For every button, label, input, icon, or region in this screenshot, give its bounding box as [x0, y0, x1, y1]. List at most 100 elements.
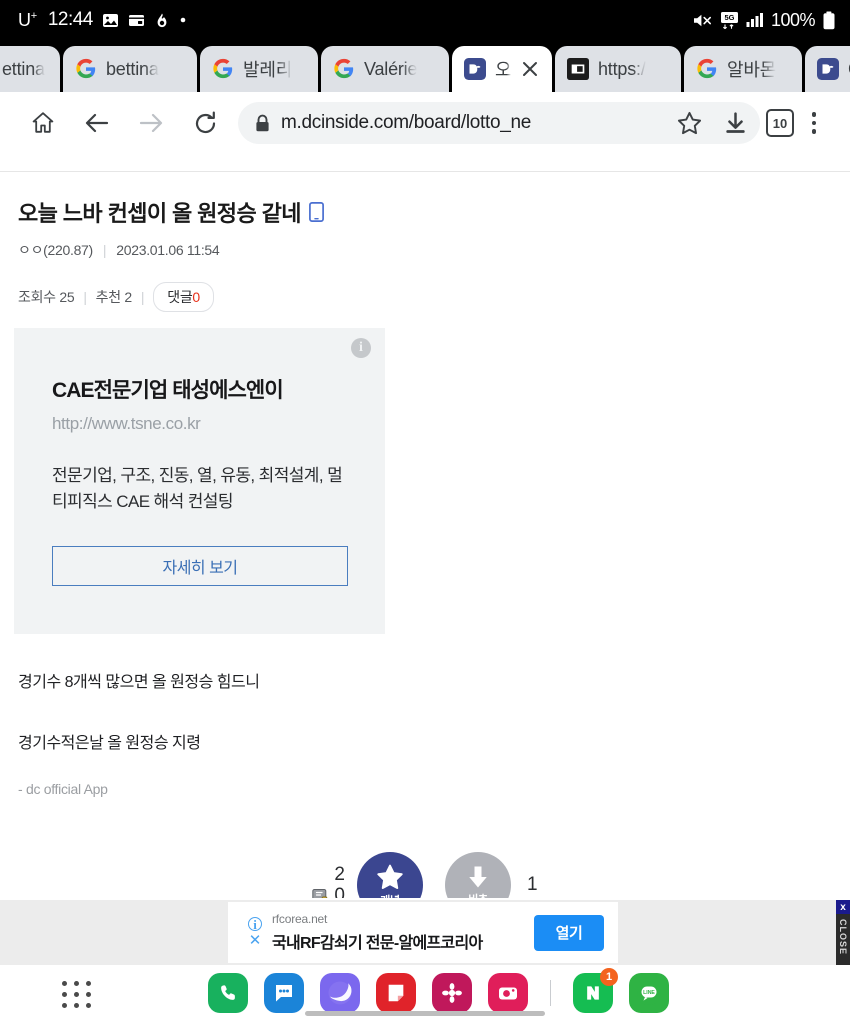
mobile-device-icon: [308, 202, 324, 222]
browser-tab[interactable]: bettina: [63, 46, 197, 92]
ad-description: 전문기업, 구조, 진동, 열, 유동, 최적설계, 멀티피직스 CAE 해석 …: [52, 466, 343, 511]
close-x-icon[interactable]: ✕: [249, 933, 262, 948]
kebab-menu-icon[interactable]: [794, 112, 834, 134]
down-arrow-icon: [464, 863, 492, 891]
close-icon[interactable]: [520, 59, 540, 79]
star-icon: [375, 863, 405, 892]
omnibox-toolbar: m.dcinside.com/board/lotto_ne 10: [0, 92, 850, 154]
vote-up-count-group: 2 0: [312, 865, 345, 898]
phone-screen: U+ 12:44 5G 100% ettina bettina 발레리 Valé…: [0, 0, 850, 1021]
phone-app-icon[interactable]: [208, 973, 248, 1013]
google-favicon-icon: [75, 58, 97, 80]
dot-icon: [179, 16, 187, 24]
bottom-ad-cta-button[interactable]: 열기: [534, 914, 604, 951]
star-outline-icon[interactable]: [676, 110, 703, 137]
post-timestamp: 2023.01.06 11:54: [116, 242, 220, 258]
info-icon[interactable]: i: [351, 338, 371, 358]
post-meta: ㅇㅇ(220.87) | 2023.01.06 11:54: [0, 228, 850, 260]
downvote-label: 비추: [468, 891, 488, 898]
battery-percentage: 100%: [770, 9, 816, 30]
download-icon[interactable]: [723, 111, 748, 136]
post-author: ㅇㅇ(220.87): [18, 242, 93, 258]
reload-icon[interactable]: [178, 96, 232, 150]
bottom-ad-icon-col: i ✕: [246, 917, 264, 948]
asterisk-app-icon[interactable]: [432, 973, 472, 1013]
meta-separator: |: [102, 242, 107, 258]
scrolled-cutoff-row: ㅤㅤㅤ ㅤㅤㅤㅤㅤ ㅤㅤㅤ ㅤㅤ ㅤ ㅤㅤㅤ ㅤㅤㅤ ㅤ ㅤㅤㅤ: [0, 154, 850, 172]
app-drawer-icon[interactable]: [62, 981, 92, 1008]
browser-tab[interactable]: 발레리: [200, 46, 318, 92]
post-stats: 조회수 25 | 추천 2 | 댓글0: [0, 260, 850, 312]
url-text: m.dcinside.com/board/lotto_ne: [281, 112, 532, 133]
browser-tab[interactable]: CONN: [805, 46, 850, 92]
nav-gesture-bar[interactable]: [305, 1011, 545, 1016]
naver-app-icon[interactable]: 1: [573, 968, 618, 1013]
google-favicon-icon: [212, 58, 234, 80]
downvote-button[interactable]: 비추: [445, 852, 511, 898]
status-bar-right: 5G 100%: [692, 10, 836, 31]
line-app-icon[interactable]: LINE: [629, 973, 669, 1013]
browser-tab[interactable]: ettina: [0, 46, 60, 92]
inline-ad-card[interactable]: i CAE전문기업 태성에스엔이 http://www.tsne.co.kr 전…: [14, 328, 385, 634]
dock-icon-row: 1 LINE: [208, 968, 669, 1013]
dcinside-favicon-icon: [817, 58, 839, 80]
photo-icon: [102, 12, 119, 29]
lock-icon: [254, 114, 271, 133]
tab-title: ettina: [2, 58, 45, 79]
carrier-label: U+: [18, 9, 37, 30]
upvote-button[interactable]: 개념: [357, 852, 423, 898]
close-strip-x-icon[interactable]: x: [836, 900, 850, 914]
back-arrow-icon[interactable]: [70, 96, 124, 150]
upvote-label: 개념: [380, 892, 400, 899]
dcinside-favicon-icon: [464, 58, 486, 80]
home-icon[interactable]: [16, 96, 70, 150]
ad-url: http://www.tsne.co.kr: [52, 414, 201, 433]
tab-counter-button[interactable]: 10: [766, 109, 794, 137]
browser-tab[interactable]: Valérie: [321, 46, 449, 92]
tab-title: https:/: [598, 58, 646, 79]
info-circle-icon[interactable]: i: [248, 917, 262, 931]
tab-title: Valérie: [364, 58, 418, 79]
card-stamp-icon: [312, 888, 329, 898]
svg-text:LINE: LINE: [643, 990, 655, 996]
dock-divider: [550, 980, 551, 1006]
post-body-line-1: 경기수 8개씩 많으면 올 원정승 힘드니: [18, 674, 260, 691]
tab-title: bettina: [106, 58, 159, 79]
messages-app-icon[interactable]: [264, 973, 304, 1013]
wallet-icon: [128, 12, 145, 29]
bottom-ad-text: rfcorea.net 국내RF감쇠기 전문-알에프코리아: [272, 912, 534, 953]
bottom-ad-headline: 국내RF감쇠기 전문-알에프코리아: [272, 935, 483, 952]
browser-tab-strip[interactable]: ettina bettina 발레리 Valérie 오늘: [0, 40, 850, 92]
stats-separator: |: [140, 289, 145, 305]
bottom-ad-inner[interactable]: i ✕ rfcorea.net 국내RF감쇠기 전문-알에프코리아 열기: [228, 902, 618, 963]
bottom-ad-banner[interactable]: i ✕ rfcorea.net 국내RF감쇠기 전문-알에프코리아 열기: [0, 900, 850, 965]
samsung-internet-app-icon[interactable]: [320, 973, 360, 1013]
naver-badge: 1: [600, 968, 618, 986]
url-bar[interactable]: m.dcinside.com/board/lotto_ne: [238, 102, 760, 144]
vote-section: 2 0 개념 비추 1: [0, 852, 850, 898]
vote-up-count: 2: [334, 864, 345, 886]
signal-icon: [746, 12, 764, 28]
status-bar-left: U+ 12:44: [18, 9, 187, 31]
browser-tab-active[interactable]: 오늘: [452, 46, 552, 92]
recommend-count: 추천 2: [95, 289, 133, 305]
comment-count-badge[interactable]: 댓글0: [153, 282, 214, 312]
web-page-content: ㅤㅤㅤ ㅤㅤㅤㅤㅤ ㅤㅤㅤ ㅤㅤ ㅤ ㅤㅤㅤ ㅤㅤㅤ ㅤ ㅤㅤㅤ 오늘 느바 컨…: [0, 154, 850, 898]
mute-icon: [692, 12, 713, 29]
ad-cta-button[interactable]: 자세히 보기: [52, 545, 348, 586]
5g-icon: 5G: [720, 11, 739, 30]
tab-title: 발레리: [243, 60, 293, 80]
camera-app-icon[interactable]: [488, 973, 528, 1013]
ad-headline: CAE전문기업 태성에스엔이: [52, 379, 284, 402]
status-bar: U+ 12:44 5G 100%: [0, 0, 850, 40]
ad-close-strip[interactable]: x CLOSE: [836, 900, 850, 965]
browser-tab[interactable]: https:/: [555, 46, 681, 92]
notes-app-icon[interactable]: [376, 973, 416, 1013]
page-title: 오늘 느바 컨셉이 올 원정승 같네: [0, 172, 850, 228]
tab-title: 알바몬: [727, 60, 777, 80]
do-not-disturb-icon: [154, 12, 170, 29]
svg-text:5G: 5G: [724, 13, 734, 22]
forward-arrow-icon: [124, 96, 178, 150]
post-title-text: 오늘 느바 컨셉이 올 원정승 같네: [18, 201, 301, 226]
browser-tab[interactable]: 알바몬: [684, 46, 802, 92]
